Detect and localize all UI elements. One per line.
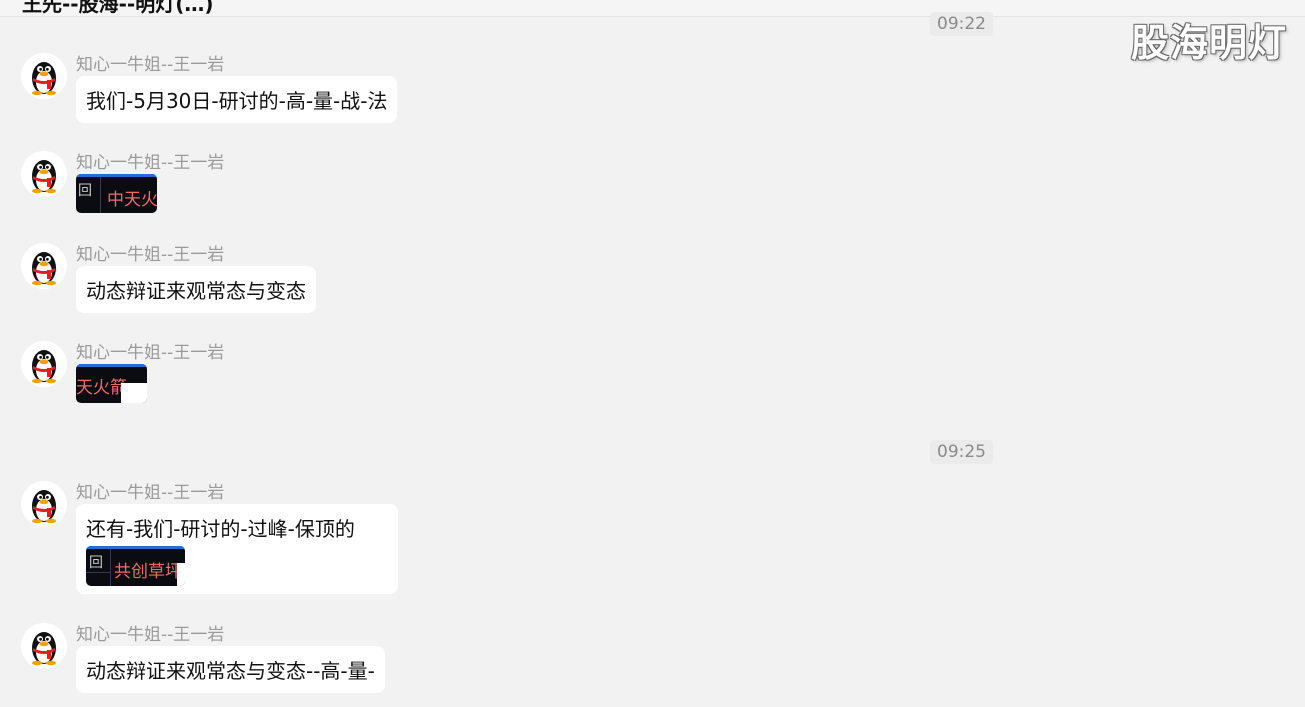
chat-header: 王先--股海--明灯(…)	[0, 0, 1305, 17]
image-text: 中天火	[107, 190, 157, 210]
message-bubble[interactable]: 动态辩证来观常态与变态--高-量-	[76, 646, 385, 693]
sender-name: 知心一牛姐--王一岩	[76, 153, 225, 173]
image-divider	[100, 177, 101, 213]
qq-penguin-icon	[32, 490, 56, 524]
image-text: 回	[78, 183, 92, 199]
avatar[interactable]	[21, 341, 67, 387]
qq-penguin-icon	[32, 160, 56, 194]
image-patch	[177, 563, 185, 586]
avatar[interactable]	[21, 623, 67, 669]
qq-penguin-icon	[32, 632, 56, 666]
avatar[interactable]	[21, 151, 67, 197]
message-text: 还有-我们-研讨的-过峰-保顶的	[86, 517, 355, 541]
qq-penguin-icon	[32, 62, 56, 96]
sender-name: 知心一牛姐--王一岩	[76, 625, 225, 645]
sender-name: 知心一牛姐--王一岩	[76, 483, 225, 503]
image-text: 共创草坪	[114, 562, 182, 582]
sender-name: 知心一牛姐--王一岩	[76, 55, 225, 75]
image-divider	[110, 549, 111, 586]
sender-name: 知心一牛姐--王一岩	[76, 245, 225, 265]
image-text: 回	[89, 555, 103, 571]
timestamp: 09:25	[930, 440, 993, 464]
qq-penguin-icon	[32, 252, 56, 286]
message-image[interactable]: 天火箭	[76, 364, 147, 403]
message-bubble[interactable]: 动态辩证来观常态与变态	[76, 266, 316, 313]
message-text: 我们-5月30日-研讨的-高-量-战-法	[86, 89, 388, 113]
message-text: 动态辩证来观常态与变态--高-量-	[86, 659, 375, 683]
message-image[interactable]: 回 共创草坪	[86, 546, 185, 586]
message-bubble[interactable]: 我们-5月30日-研讨的-高-量-战-法	[76, 76, 398, 123]
avatar[interactable]	[21, 53, 67, 99]
avatar[interactable]	[21, 481, 67, 527]
chat-title: 王先--股海--明灯(…)	[22, 0, 214, 16]
timestamp: 09:22	[930, 12, 993, 36]
image-patch	[121, 383, 147, 403]
avatar[interactable]	[21, 243, 67, 289]
qq-penguin-icon	[32, 350, 56, 384]
image-text: 天火箭	[76, 378, 127, 398]
image-top-border	[86, 546, 185, 549]
image-gridline	[86, 572, 110, 573]
image-top-border	[76, 364, 147, 367]
image-top-border	[76, 174, 157, 177]
sender-name: 知心一牛姐--王一岩	[76, 343, 225, 363]
message-bubble[interactable]: 还有-我们-研讨的-过峰-保顶的 回 共创草坪	[76, 504, 398, 594]
watermark: 股海明灯	[1130, 21, 1287, 65]
message-text: 动态辩证来观常态与变态	[86, 279, 306, 303]
message-image[interactable]: 回 中天火	[76, 174, 157, 213]
